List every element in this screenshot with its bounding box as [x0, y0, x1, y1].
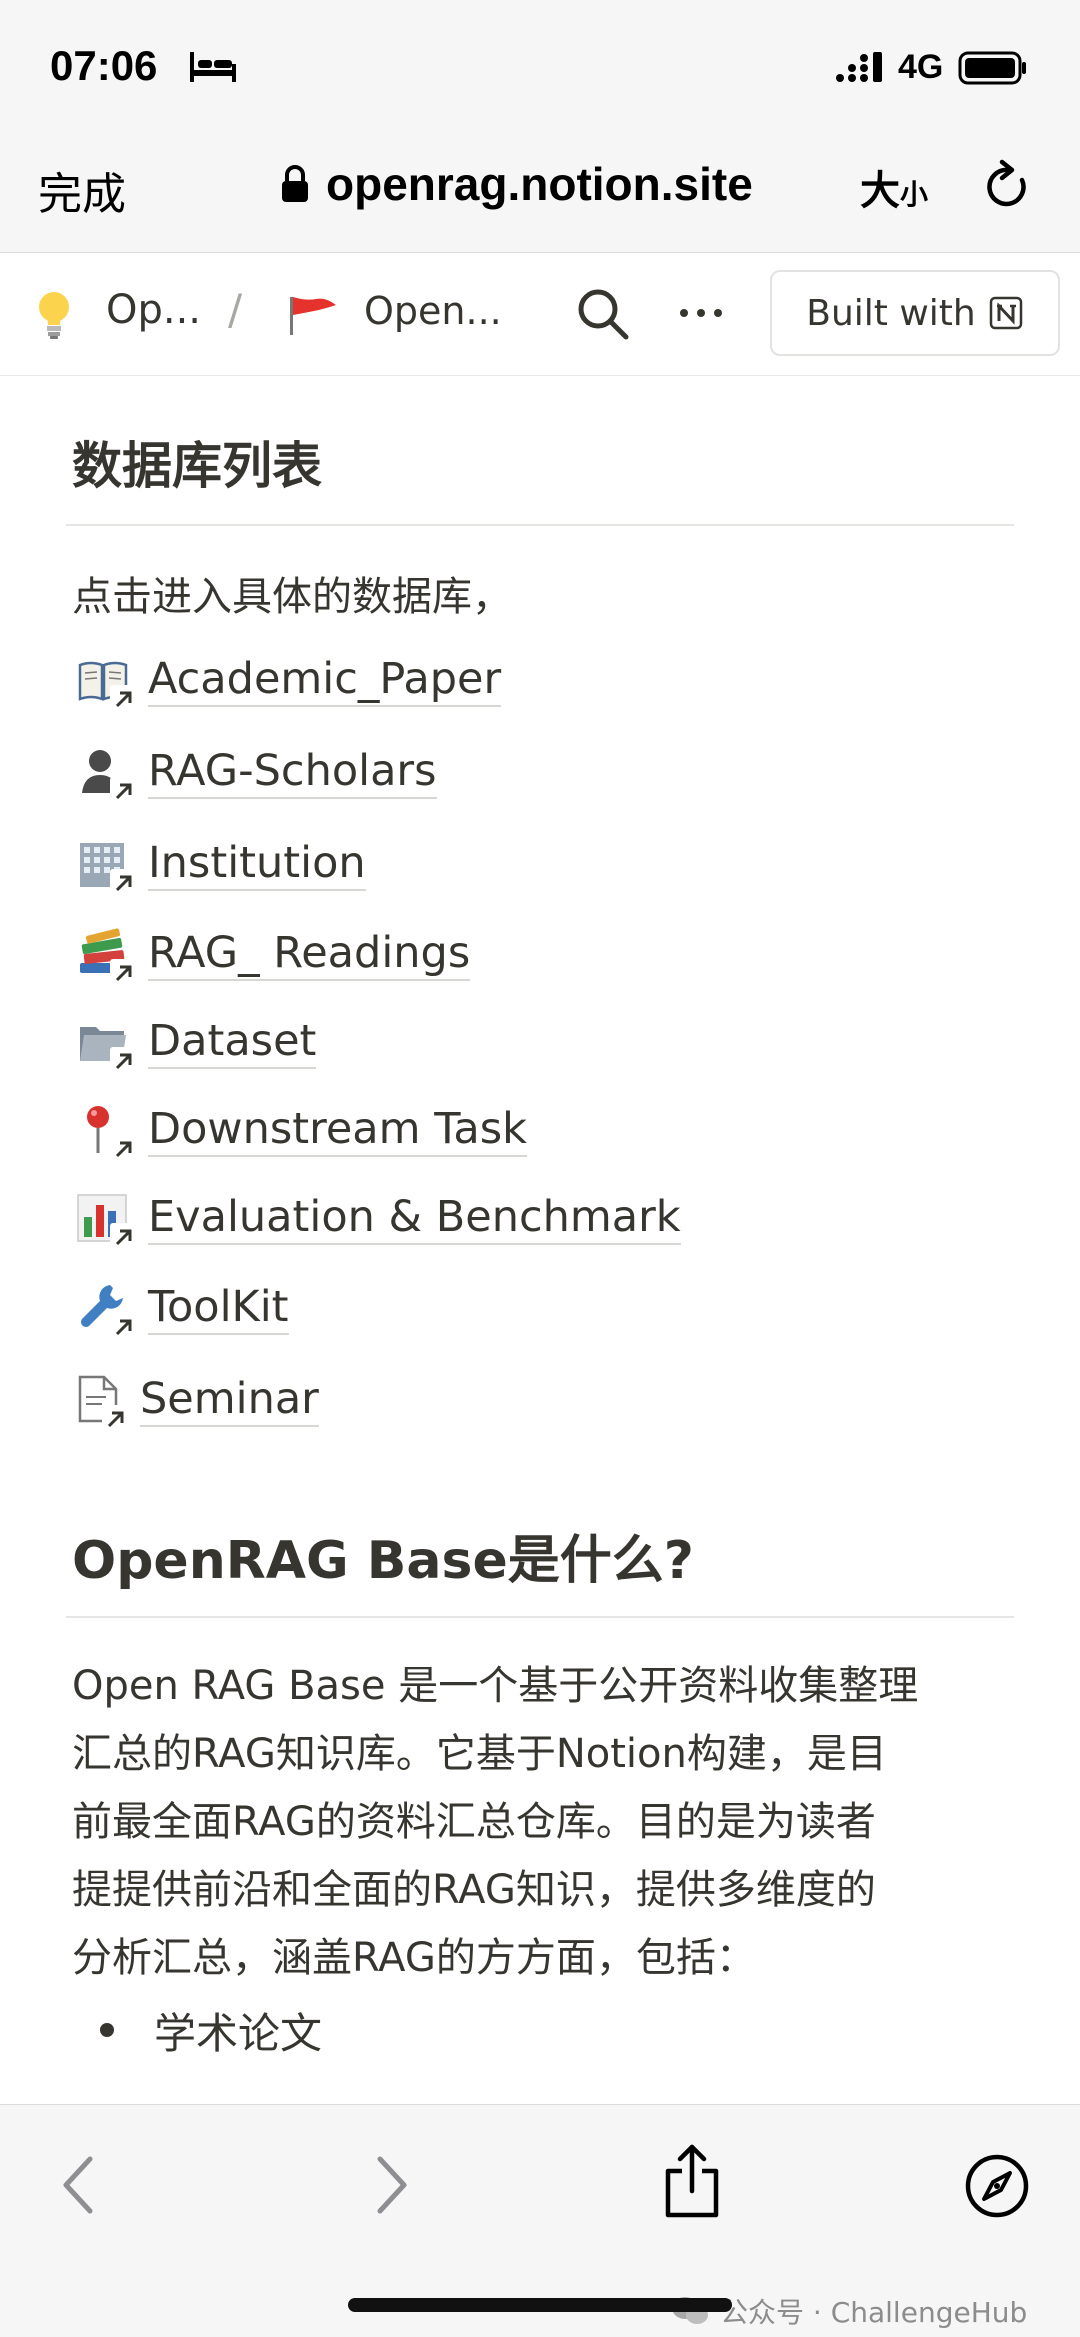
text-size-small: 小: [900, 178, 929, 211]
status-time: 07:06: [50, 42, 158, 89]
link-arrow-icon: [110, 777, 138, 805]
paragraph-line: 提提供前沿和全面的RAG知识，提供多维度的: [72, 1867, 876, 1913]
link-arrow-icon: [110, 1313, 138, 1341]
done-button[interactable]: 完成: [38, 158, 126, 222]
lock-icon: [282, 165, 308, 202]
search-icon[interactable]: [574, 285, 632, 343]
network-type: 4G: [898, 48, 944, 86]
built-with-notion-button[interactable]: Built with: [770, 270, 1060, 356]
divider: [66, 1616, 1014, 1618]
bullet-dot: [100, 2023, 114, 2037]
notion-topbar: Op... / Open... Built with: [0, 253, 1080, 376]
db-link-seminar[interactable]: Seminar: [76, 1370, 319, 1434]
db-link-rag-readings[interactable]: RAG_ Readings: [76, 924, 471, 988]
breadcrumb-separator: /: [228, 285, 243, 334]
bed-icon: [190, 52, 236, 82]
paragraph-line: 前最全面RAG的资料汇总仓库。目的是为读者: [72, 1799, 876, 1845]
text-size-button[interactable]: 大小: [860, 158, 928, 216]
watermark-text: 公众号 · ChallengeHub: [720, 2296, 1028, 2329]
link-arrow-icon: [110, 869, 138, 897]
link-arrow-icon: [110, 959, 138, 987]
address-bar[interactable]: openrag.notion.site: [280, 154, 753, 214]
more-options-icon[interactable]: [678, 305, 724, 321]
db-link-academic-paper[interactable]: Academic_Paper: [76, 650, 502, 714]
divider: [66, 524, 1014, 526]
url-text: openrag.notion.site: [326, 158, 753, 210]
database-list-heading: 数据库列表: [72, 437, 322, 495]
notion-logo-icon: [989, 296, 1022, 330]
db-link-label: Institution: [148, 841, 366, 891]
list-item: 学术论文: [100, 2000, 322, 2060]
browser-toolbar: 完成 openrag.notion.site 大小: [0, 130, 1080, 253]
link-arrow-icon: [110, 1047, 138, 1075]
paragraph-line: 汇总的RAG知识库。它基于Notion构建，是目: [72, 1731, 887, 1777]
intro-text: 点击进入具体的数据库，: [72, 574, 512, 620]
status-bar: 07:06 4G: [0, 0, 1080, 130]
battery-icon: [958, 51, 1026, 85]
what-is-openrag-heading: OpenRAG Base是什么?: [72, 1531, 694, 1591]
paragraph-line: Open RAG Base 是一个基于公开资料收集整理: [72, 1663, 919, 1709]
db-link-label: Academic_Paper: [148, 657, 502, 707]
link-arrow-icon: [102, 1405, 130, 1433]
db-link-label: Dataset: [148, 1019, 317, 1069]
home-indicator[interactable]: [348, 2298, 732, 2312]
db-link-evaluation-benchmark[interactable]: Evaluation & Benchmark: [76, 1188, 681, 1252]
reload-icon[interactable]: [982, 158, 1034, 214]
share-icon[interactable]: [660, 2141, 724, 2221]
db-link-dataset[interactable]: Dataset: [76, 1012, 317, 1076]
link-arrow-icon: [110, 1135, 138, 1163]
db-link-label: Evaluation & Benchmark: [148, 1195, 681, 1245]
text-size-large: 大: [860, 168, 900, 214]
link-arrow-icon: [110, 685, 138, 713]
db-link-label: Downstream Task: [148, 1107, 528, 1157]
forward-icon[interactable]: [370, 2153, 414, 2217]
db-link-rag-scholars[interactable]: RAG-Scholars: [76, 742, 437, 806]
db-link-institution[interactable]: Institution: [76, 834, 366, 898]
bullet-text: 学术论文: [154, 2008, 323, 2058]
built-with-label: Built with: [806, 292, 976, 334]
breadcrumb-item-2[interactable]: Open...: [364, 289, 502, 333]
db-link-label: ToolKit: [148, 1285, 289, 1335]
signal-icon: [836, 52, 882, 82]
db-link-downstream-task[interactable]: Downstream Task: [76, 1100, 528, 1164]
paragraph-line: 分析汇总，涵盖RAG的方方面，包括：: [72, 1935, 756, 1981]
db-link-label: RAG_ Readings: [148, 931, 471, 981]
db-link-label: Seminar: [140, 1377, 319, 1427]
lightbulb-icon: [39, 292, 69, 339]
link-arrow-icon: [110, 1223, 138, 1251]
red-flag-icon: [290, 297, 336, 335]
db-link-label: RAG-Scholars: [148, 749, 437, 799]
db-link-toolkit[interactable]: ToolKit: [76, 1278, 289, 1342]
description-paragraph: Open RAG Base 是一个基于公开资料收集整理 汇总的RAG知识库。它基…: [72, 1652, 1032, 1992]
compass-icon[interactable]: [964, 2153, 1030, 2219]
page: 07:06 4G 完成 openrag.notion.site 大小 Op...…: [0, 0, 1080, 2337]
back-icon[interactable]: [56, 2153, 100, 2217]
breadcrumb-item-1[interactable]: Op...: [106, 287, 201, 333]
